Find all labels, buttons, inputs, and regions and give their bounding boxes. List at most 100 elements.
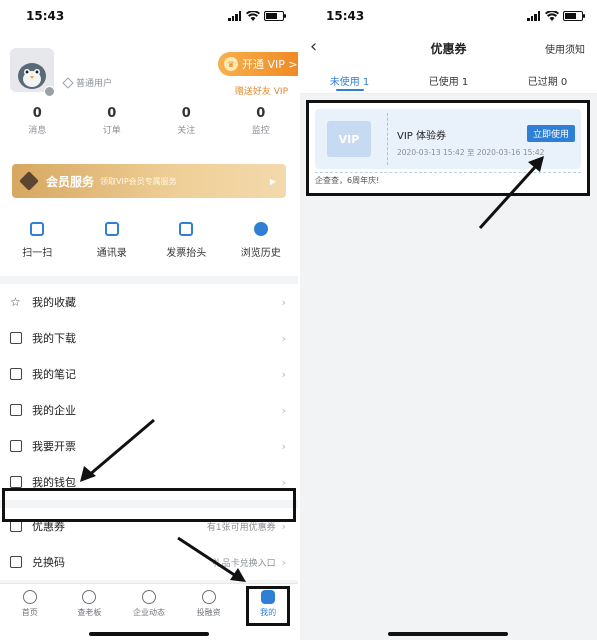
- boss-icon: [82, 590, 97, 604]
- member-section: 会员服务 领取VIP会员专属服务 ▶: [0, 158, 298, 216]
- crown-icon: ♛: [224, 57, 238, 71]
- menu-item-invoice[interactable]: 我要开票 ›: [0, 428, 298, 464]
- signal-icon: [228, 11, 242, 21]
- coupon-icon: [10, 520, 22, 532]
- tab-expired[interactable]: 已过期 0: [498, 64, 597, 93]
- stat-value: 0: [256, 106, 266, 121]
- page-title: 优惠券: [430, 41, 467, 56]
- menu-list-2: 优惠券 有1张可用优惠券 › 兑换码 礼品卡兑换入口 ›: [0, 508, 298, 580]
- tab-label: 查老板: [77, 608, 102, 617]
- coupon-divider: [387, 113, 388, 165]
- status-bar: 15:43: [300, 0, 597, 32]
- stat-value: 0: [32, 106, 42, 121]
- home-indicator: [388, 632, 508, 636]
- status-time: 15:43: [326, 9, 365, 23]
- coupon-card[interactable]: VIP VIP 体验券 2020-03-13 15:42 至 2020-03-1…: [315, 109, 581, 169]
- stat-value: 0: [181, 106, 191, 121]
- finance-icon: [201, 590, 216, 604]
- stat-value: 0: [107, 106, 117, 121]
- stat-label: 消息: [28, 126, 47, 136]
- battery-icon: [264, 11, 286, 21]
- tab-label: 投融资: [196, 608, 221, 617]
- home-indicator: [89, 632, 209, 636]
- stat-follows[interactable]: 0 关注: [149, 102, 224, 158]
- mine-tab-highlight-box: [246, 586, 290, 626]
- battery-icon: [563, 11, 585, 21]
- chevron-right-icon: ›: [281, 403, 286, 417]
- menu-label: 我的笔记: [32, 368, 76, 381]
- open-vip-button[interactable]: ♛ 开通 VIP >: [218, 52, 298, 76]
- use-now-button[interactable]: 立即使用: [526, 125, 575, 142]
- chevron-right-icon: ›: [281, 367, 286, 381]
- download-icon: [10, 332, 22, 344]
- menu-right-text: 礼品卡兑换入口: [212, 558, 276, 569]
- wifi-icon: [545, 11, 559, 21]
- menu-item-redeem-code[interactable]: 兑换码 礼品卡兑换入口 ›: [0, 544, 298, 580]
- quick-label: 浏览历史: [240, 248, 281, 259]
- user-level: 普通用户: [62, 76, 113, 89]
- wifi-icon: [246, 11, 260, 21]
- bottom-tab-bar: 首页 查老板 企业动态 投融资 我的: [0, 583, 298, 640]
- menu-item-wallet[interactable]: 我的钱包 ›: [0, 464, 298, 500]
- chevron-right-icon: ›: [281, 295, 286, 309]
- wallet-icon: [10, 476, 22, 488]
- stat-label: 关注: [177, 126, 196, 136]
- tab-used[interactable]: 已使用 1: [399, 64, 498, 93]
- menu-item-coupons[interactable]: 优惠券 有1张可用优惠券 ›: [0, 508, 298, 544]
- chevron-right-icon: ›: [281, 331, 286, 345]
- nav-header: ‹ 优惠券 使用须知: [300, 32, 597, 64]
- status-time: 15:43: [26, 9, 65, 23]
- tab-home[interactable]: 首页: [0, 584, 60, 640]
- play-arrow-icon: ▶: [269, 176, 276, 186]
- home-icon: [22, 590, 37, 604]
- menu-item-downloads[interactable]: 我的下载 ›: [0, 320, 298, 356]
- chevron-right-icon: ›: [281, 519, 286, 533]
- building-icon: [10, 404, 22, 416]
- quick-history[interactable]: 浏览历史: [224, 222, 299, 276]
- vip-ticket-icon: VIP: [327, 121, 371, 157]
- chevron-right-icon: ›: [281, 439, 286, 453]
- back-chevron-icon[interactable]: ‹: [310, 36, 317, 57]
- ticket-icon: [10, 440, 22, 452]
- usage-notes-link[interactable]: 使用须知: [545, 41, 585, 56]
- menu-label: 我的收藏: [32, 296, 76, 309]
- member-diamond-icon: [19, 171, 39, 191]
- status-icons: [527, 11, 585, 21]
- user-level-label: 普通用户: [76, 79, 113, 89]
- star-icon: ☆: [10, 295, 21, 309]
- member-title: 会员服务: [46, 174, 95, 189]
- menu-label: 我的钱包: [32, 476, 76, 489]
- stat-label: 订单: [102, 126, 121, 136]
- tab-label: 首页: [21, 608, 38, 617]
- menu-item-enterprise[interactable]: 我的企业 ›: [0, 392, 298, 428]
- coupon-footer: 企查查，6周年庆!: [315, 176, 380, 185]
- tab-label: 企业动态: [132, 608, 165, 617]
- history-icon: [253, 222, 268, 236]
- menu-item-notes[interactable]: 我的笔记 ›: [0, 356, 298, 392]
- quick-contacts[interactable]: 通讯录: [75, 222, 150, 276]
- signal-icon: [527, 11, 541, 21]
- coupon-dash-line: [315, 172, 581, 173]
- coupon-tabs: 未使用 1 已使用 1 已过期 0: [300, 64, 597, 94]
- tab-unused[interactable]: 未使用 1: [300, 64, 399, 93]
- news-icon: [141, 590, 156, 604]
- menu-label: 兑换码: [32, 556, 65, 569]
- menu-right-text: 有1张可用优惠券: [206, 522, 276, 533]
- menu-item-favorites[interactable]: ☆ 我的收藏 ›: [0, 284, 298, 320]
- quick-scan[interactable]: 扫一扫: [0, 222, 75, 276]
- profile-screen: 15:43 普通用户 ♛ 开通 VIP > 赠送好友 VIP 0 消息 0 订单…: [0, 0, 298, 640]
- menu-label: 我的下载: [32, 332, 76, 345]
- screenshot-composite: 15:43 普通用户 ♛ 开通 VIP > 赠送好友 VIP 0 消息 0 订单…: [0, 0, 597, 640]
- stat-orders[interactable]: 0 订单: [75, 102, 150, 158]
- quick-invoice-title[interactable]: 发票抬头: [149, 222, 224, 276]
- gift-vip-link[interactable]: 赠送好友 VIP: [235, 84, 288, 97]
- chevron-right-icon: ›: [281, 475, 286, 489]
- member-service-banner[interactable]: 会员服务 领取VIP会员专属服务 ▶: [12, 164, 286, 198]
- quick-actions: 扫一扫 通讯录 发票抬头 浏览历史: [0, 216, 298, 276]
- invoice-title-icon: [179, 222, 194, 236]
- edit-badge-icon: [44, 86, 55, 97]
- coupon-title: VIP 体验券: [397, 131, 446, 142]
- quick-label: 发票抬头: [166, 248, 207, 259]
- stat-messages[interactable]: 0 消息: [0, 102, 75, 158]
- stat-monitors[interactable]: 0 监控: [224, 102, 299, 158]
